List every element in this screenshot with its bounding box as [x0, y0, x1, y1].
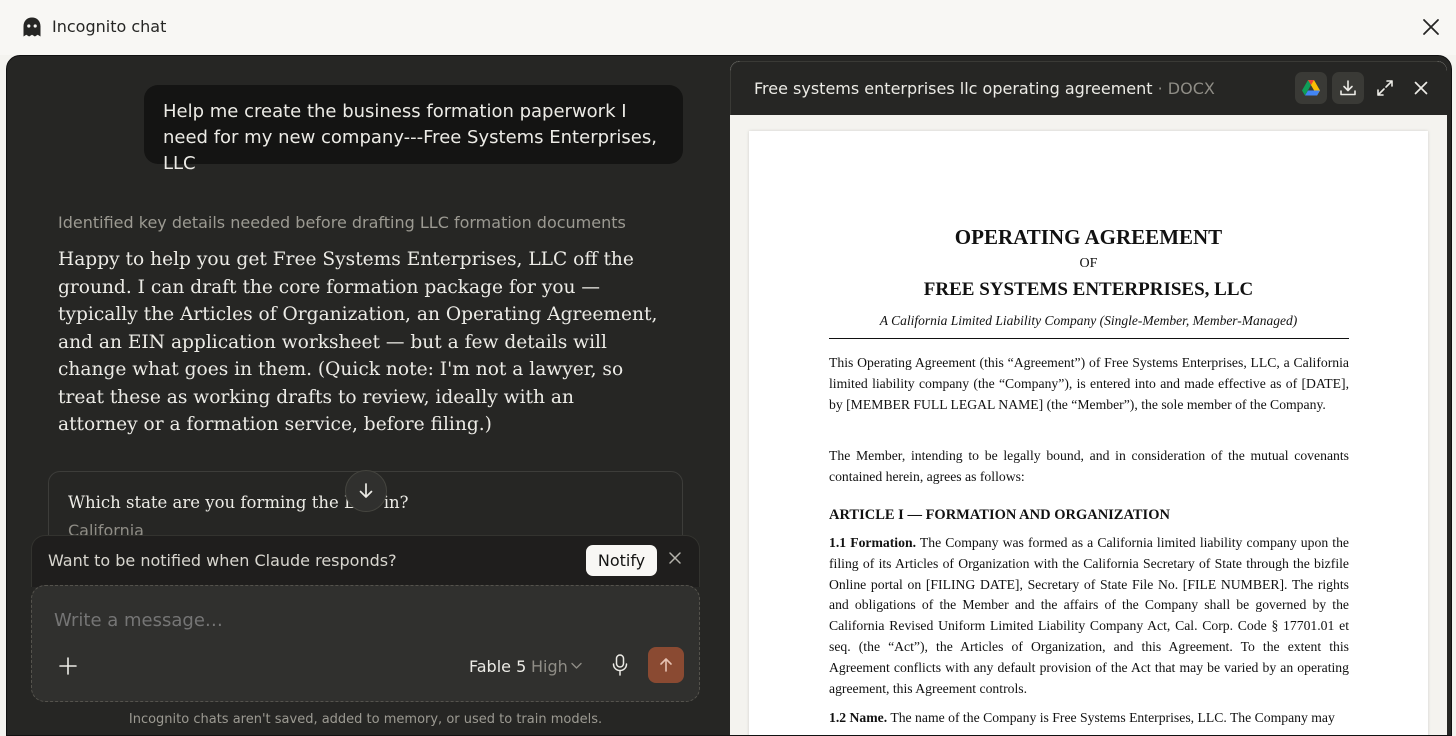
chat-main-panel: Help me create the business formation pa… [6, 55, 1452, 736]
download-icon [1340, 80, 1356, 96]
ghost-incognito-icon [23, 17, 41, 37]
doc-subtitle: A California Limited Liability Company (… [879, 313, 1298, 328]
arrow-down-icon [359, 483, 373, 498]
notify-banner: Want to be notified when Claude responds… [31, 535, 700, 587]
section-text: The Company was formed as a California l… [829, 535, 1350, 696]
document-filename: Free systems enterprises llc operating a… [754, 79, 1153, 98]
effort-selector[interactable]: High [531, 657, 568, 676]
chevron-down-icon[interactable] [571, 662, 582, 670]
section-label: 1.1 Formation. [829, 535, 916, 550]
doc-paragraph-intro: This Operating Agreement (this “Agreemen… [829, 355, 1349, 412]
close-document-button[interactable] [1405, 72, 1437, 104]
doc-heading-of: OF [1079, 256, 1098, 271]
page-title: Incognito chat [52, 17, 167, 36]
doc-article-heading: ARTICLE I — FORMATION AND ORGANIZATION [829, 507, 1170, 523]
doc-section-1-1: 1.1 Formation. The Company was formed as… [829, 533, 1349, 699]
send-button[interactable] [648, 647, 684, 683]
section-label: 1.2 Name. [829, 710, 888, 725]
assistant-reply: Happy to help you get Free Systems Enter… [58, 249, 658, 435]
top-bar: Incognito chat [0, 0, 1456, 55]
section-text: The name of the Company is Free Systems … [887, 710, 1335, 725]
doc-heading: OPERATING AGREEMENT [954, 225, 1223, 249]
plus-icon[interactable] [58, 656, 78, 676]
notify-text: Want to be notified when Claude responds… [48, 551, 397, 570]
document-preview-panel: Free systems enterprises llc operating a… [730, 61, 1447, 735]
doc-company-name: FREE SYSTEMS ENTERPRISES, LLC [923, 279, 1254, 300]
document-page: OPERATING AGREEMENT OF FREE SYSTEMS ENTE… [749, 131, 1428, 735]
download-button[interactable] [1332, 72, 1364, 104]
expand-button[interactable] [1369, 72, 1401, 104]
expand-icon [1377, 80, 1393, 96]
document-title: Free systems enterprises llc operating a… [754, 79, 1215, 98]
document-filetype: · DOCX [1152, 79, 1215, 98]
message-composer: Fable 5 High [31, 585, 700, 702]
message-input[interactable] [54, 610, 614, 631]
close-icon [1414, 81, 1428, 95]
google-drive-button[interactable] [1295, 72, 1327, 104]
scroll-down-button[interactable] [345, 470, 387, 512]
doc-divider [829, 338, 1349, 339]
google-drive-icon [1302, 80, 1320, 96]
document-header: Free systems enterprises llc operating a… [730, 61, 1447, 115]
notify-button[interactable]: Notify [586, 545, 657, 576]
user-message: Help me create the business formation pa… [144, 85, 683, 174]
model-selector[interactable]: Fable 5 [469, 657, 526, 676]
dismiss-notify-icon[interactable] [668, 551, 682, 565]
doc-paragraph-recital: The Member, intending to be legally boun… [829, 448, 1349, 484]
microphone-icon[interactable] [612, 654, 628, 676]
close-icon[interactable] [1420, 16, 1442, 38]
thinking-summary[interactable]: Identified key details needed before dra… [58, 213, 626, 232]
incognito-disclaimer: Incognito chats aren't saved, added to m… [128, 712, 603, 727]
doc-section-1-2: 1.2 Name. The name of the Company is Fre… [829, 708, 1349, 729]
arrow-up-icon [660, 658, 672, 672]
